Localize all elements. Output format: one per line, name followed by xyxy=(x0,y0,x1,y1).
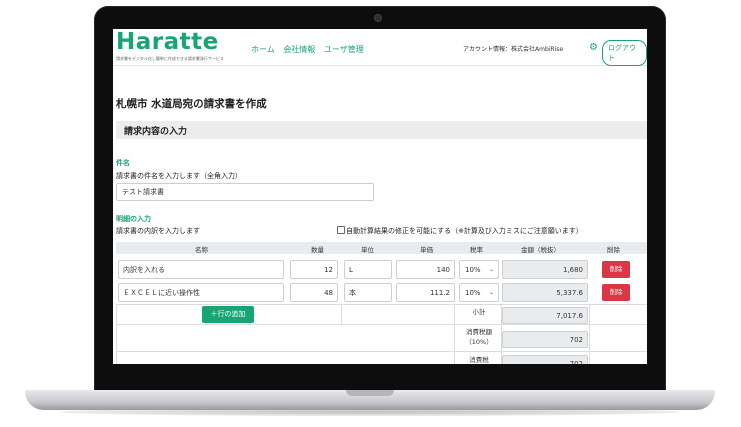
details-hint: 請求書の内訳を入力します xyxy=(116,227,200,235)
row2-amount: 5,337.6 xyxy=(502,283,588,302)
col-amount-header: 金額（税抜） xyxy=(521,246,560,254)
row1-tax-value: 10% xyxy=(465,266,481,274)
tax-amount-label: 消費税額 （10%） xyxy=(465,328,493,346)
row1-price-input[interactable]: 140 xyxy=(396,260,455,279)
section-title: 請求内容の入力 xyxy=(124,127,188,137)
table-header: 名称 数量 単位 単価 税率 金額（税抜） 削除 xyxy=(116,242,647,254)
row1-qty-input[interactable]: 12 xyxy=(290,260,338,279)
col-qty-header: 数量 xyxy=(311,246,324,254)
main-nav: ホーム 会社情報 ユーザ管理 xyxy=(251,44,370,55)
col-divider xyxy=(454,304,455,364)
consumption-tax-value: 702 xyxy=(502,355,588,364)
section-header: 請求内容の入力 xyxy=(116,121,647,139)
app-logo[interactable]: Haratte xyxy=(116,29,219,55)
col-divider xyxy=(341,304,342,324)
row-divider xyxy=(116,351,647,352)
plus-icon: ＋ xyxy=(210,310,218,318)
col-name-header: 名称 xyxy=(195,246,208,254)
row2-unit-input[interactable]: 本 xyxy=(344,283,392,302)
tax-amount-value: 702 xyxy=(502,331,588,348)
account-info: アカウント情報：株式会社AmbiRise xyxy=(463,46,564,53)
col-price-header: 単価 xyxy=(420,246,433,254)
row2-name-input[interactable]: ＥＸＣＥＬに近い操作性 xyxy=(118,283,284,302)
details-label: 明細の入力 xyxy=(116,215,151,223)
col-divider xyxy=(116,304,117,364)
consumption-tax-label: 消費税 xyxy=(469,356,489,364)
laptop-notch xyxy=(346,390,394,396)
row-divider xyxy=(116,304,647,305)
col-unit-header: 単位 xyxy=(361,246,374,254)
row1-unit-input[interactable]: L xyxy=(344,260,392,279)
auto-calc-checkbox[interactable] xyxy=(337,226,345,234)
auto-calc-label: 自動計算結果の修正を可能にする（※計算及び入力ミスにご注意願います） xyxy=(346,227,583,235)
row2-qty-input[interactable]: 48 xyxy=(290,283,338,302)
add-row-button[interactable]: ＋行の追加 xyxy=(202,306,254,323)
row1-name-input[interactable]: 内訳を入れる xyxy=(118,260,284,279)
row-divider xyxy=(116,324,647,325)
subject-label: 件名 xyxy=(116,159,130,167)
add-row-label: 行の追加 xyxy=(217,310,246,318)
subtotal-value: 7,017.6 xyxy=(502,307,588,324)
row2-tax-value: 10% xyxy=(465,289,481,297)
row1-delete-button[interactable]: 削除 xyxy=(602,261,630,278)
subject-input[interactable]: テスト請求書 xyxy=(116,183,374,201)
row1-amount: 1,680 xyxy=(502,260,588,279)
row2-delete-button[interactable]: 削除 xyxy=(602,284,630,301)
chevron-down-icon: ⌄ xyxy=(488,289,494,296)
laptop-base xyxy=(25,390,715,410)
nav-company[interactable]: 会社情報 xyxy=(283,45,315,54)
page-title: 札幌市 水道局宛の請求書を作成 xyxy=(116,98,267,110)
chevron-down-icon: ⌄ xyxy=(488,266,494,273)
app-screen: Haratte 請求書をデジタル化し簡単に作成できる請求書発行サービス ホーム … xyxy=(113,29,647,364)
subject-hint: 請求書の件名を入力します（全角入力） xyxy=(116,172,242,180)
subtotal-label: 小計 xyxy=(472,308,486,316)
col-divider xyxy=(589,304,590,364)
col-tax-header: 税率 xyxy=(470,246,483,254)
row2-price-input[interactable]: 111.2 xyxy=(396,283,455,302)
row2-tax-select[interactable]: 10% ⌄ xyxy=(459,283,499,302)
row1-tax-select[interactable]: 10% ⌄ xyxy=(459,260,499,279)
app-tagline: 請求書をデジタル化し簡単に作成できる請求書発行サービス xyxy=(116,56,224,61)
logout-button[interactable]: ログアウト xyxy=(602,40,647,66)
nav-home[interactable]: ホーム xyxy=(251,45,275,54)
gear-icon[interactable]: ⚙ xyxy=(589,42,598,53)
camera-icon xyxy=(375,15,381,21)
col-delete-header: 削除 xyxy=(607,246,620,254)
app-header: Haratte 請求書をデジタル化し簡単に作成できる請求書発行サービス ホーム … xyxy=(113,29,647,66)
laptop-frame: Haratte 請求書をデジタル化し簡単に作成できる請求書発行サービス ホーム … xyxy=(94,6,666,392)
nav-users[interactable]: ユーザ管理 xyxy=(324,45,364,54)
